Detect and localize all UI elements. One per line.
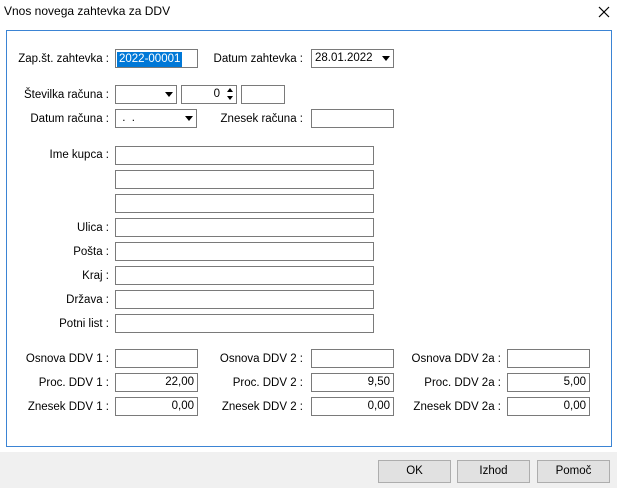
- ime-kupca-field-2[interactable]: [115, 170, 374, 189]
- datum-racuna-label: Datum računa :: [30, 113, 109, 125]
- close-icon: [598, 6, 610, 18]
- stevilka-extra-field[interactable]: [241, 85, 285, 104]
- chevron-down-icon: [165, 92, 173, 97]
- ulica-field[interactable]: [115, 218, 374, 237]
- window-title: Vnos novega zahtevka za DDV: [4, 4, 171, 18]
- proc-ddv2-field[interactable]: 9,50: [311, 373, 394, 392]
- znesek-racuna-field[interactable]: [311, 109, 394, 128]
- stevilka-label: Številka računa :: [23, 89, 109, 101]
- posta-field[interactable]: [115, 242, 374, 261]
- form-panel: Zap.št. zahtevka : 2022-00001 Datum zaht…: [6, 30, 612, 447]
- spin-down-icon[interactable]: [227, 96, 233, 100]
- znesek-ddv1-field[interactable]: 0,00: [115, 397, 198, 416]
- chevron-down-icon: [185, 116, 193, 121]
- znesek-ddv2-field[interactable]: 0,00: [311, 397, 394, 416]
- zap-field[interactable]: 2022-00001: [115, 49, 198, 68]
- datum-zahtevka-picker[interactable]: 28.01.2022: [311, 49, 394, 68]
- osnova-ddv1-label: Osnova DDV 1 :: [25, 353, 109, 365]
- potni-list-label: Potni list :: [59, 318, 109, 330]
- button-bar: OK Izhod Pomoč: [0, 452, 617, 488]
- osnova-ddv2a-field[interactable]: [507, 349, 590, 368]
- datum-racuna-picker[interactable]: . .: [115, 109, 197, 128]
- drzava-label: Država :: [66, 294, 109, 306]
- znesek-racuna-label: Znesek računa :: [220, 113, 303, 125]
- osnova-ddv2-field[interactable]: [311, 349, 394, 368]
- zap-value: 2022-00001: [117, 52, 183, 67]
- proc-ddv1-field[interactable]: 22,00: [115, 373, 198, 392]
- ime-kupca-field-3[interactable]: [115, 194, 374, 213]
- proc-ddv2a-field[interactable]: 5,00: [507, 373, 590, 392]
- pomoc-button[interactable]: Pomoč: [537, 460, 610, 483]
- zap-label: Zap.št. zahtevka :: [18, 53, 109, 65]
- proc-ddv2a-label: Proc. DDV 2a :: [424, 377, 501, 389]
- stevilka-combo[interactable]: [115, 85, 177, 104]
- ok-button[interactable]: OK: [378, 460, 451, 483]
- datum-zahtevka-value: 28.01.2022: [315, 52, 373, 64]
- znesek-ddv2a-label: Znesek DDV 2a :: [413, 401, 501, 413]
- ime-kupca-label: Ime kupca :: [49, 149, 109, 161]
- chevron-down-icon: [382, 56, 390, 61]
- izhod-button[interactable]: Izhod: [457, 460, 530, 483]
- datum-racuna-value: . .: [119, 112, 135, 124]
- drzava-field[interactable]: [115, 290, 374, 309]
- spin-up-icon[interactable]: [227, 88, 233, 92]
- stevilka-spinner-value: 0: [213, 88, 220, 100]
- ime-kupca-field-1[interactable]: [115, 146, 374, 165]
- znesek-ddv2a-field[interactable]: 0,00: [507, 397, 590, 416]
- kraj-label: Kraj :: [82, 270, 109, 282]
- title-bar: Vnos novega zahtevka za DDV: [0, 0, 617, 24]
- osnova-ddv2-label: Osnova DDV 2 :: [219, 353, 303, 365]
- ulica-label: Ulica :: [77, 222, 109, 234]
- kraj-field[interactable]: [115, 266, 374, 285]
- proc-ddv1-label: Proc. DDV 1 :: [38, 377, 109, 389]
- potni-list-field[interactable]: [115, 314, 374, 333]
- posta-label: Pošta :: [73, 246, 109, 258]
- proc-ddv2-label: Proc. DDV 2 :: [232, 377, 303, 389]
- znesek-ddv2-label: Znesek DDV 2 :: [221, 401, 303, 413]
- close-button[interactable]: [591, 0, 617, 24]
- znesek-ddv1-label: Znesek DDV 1 :: [27, 401, 109, 413]
- stevilka-spinner[interactable]: 0: [181, 85, 237, 104]
- datum-zahtevka-label: Datum zahtevka :: [213, 53, 303, 65]
- osnova-ddv2a-label: Osnova DDV 2a :: [411, 353, 501, 365]
- osnova-ddv1-field[interactable]: [115, 349, 198, 368]
